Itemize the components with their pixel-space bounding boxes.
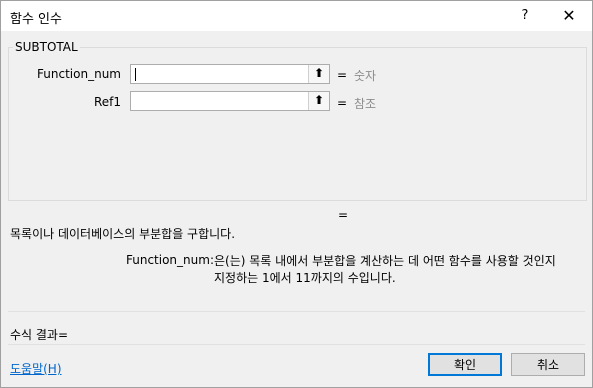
arg-description-line: 은(는) 목록 내에서 부분합을 계산하는 데 어떤 함수를 사용할 것인지 [214,254,556,268]
divider [8,311,585,312]
text-caret [135,68,136,81]
collapse-dialog-icon[interactable]: ⬆ [308,65,329,83]
divider [8,344,585,345]
arg-equals: = [337,68,348,82]
arg-description-text: 은(는) 목록 내에서 부분합을 계산하는 데 어떤 함수를 사용할 것인지 지… [214,253,584,287]
help-icon[interactable]: ? [511,3,539,29]
ref1-input[interactable]: ⬆ [130,91,330,111]
arg-label-function-num: Function_num [37,67,121,81]
function-arguments-dialog: 함수 인수 ? ✕ SUBTOTAL Function_num ⬆ = 숫자 R… [0,0,593,388]
cancel-button[interactable]: 취소 [511,353,585,376]
function-description: 목록이나 데이터베이스의 부분합을 구합니다. [10,227,236,241]
collapse-dialog-icon[interactable]: ⬆ [308,92,329,110]
arg-label-ref1: Ref1 [93,95,121,109]
ok-button[interactable]: 확인 [428,353,502,376]
arg-equals: = [337,96,348,110]
function-result-equals: = [338,208,349,222]
arg-value-ref1: 참조 [354,97,377,111]
function-num-input[interactable]: ⬆ [130,64,330,84]
arg-description-line: 지정하는 1에서 11까지의 수입니다. [214,271,396,285]
formula-result: 수식 결과= [10,328,69,342]
dialog-title: 함수 인수 [10,12,62,27]
arg-description-name: Function_num: [126,253,214,267]
function-name: SUBTOTAL [13,40,80,54]
arg-value-function-num: 숫자 [354,69,377,83]
title-bar: 함수 인수 ? ✕ [1,1,592,31]
close-icon[interactable]: ✕ [554,3,584,29]
help-link[interactable]: 도움말(H) [10,360,62,377]
